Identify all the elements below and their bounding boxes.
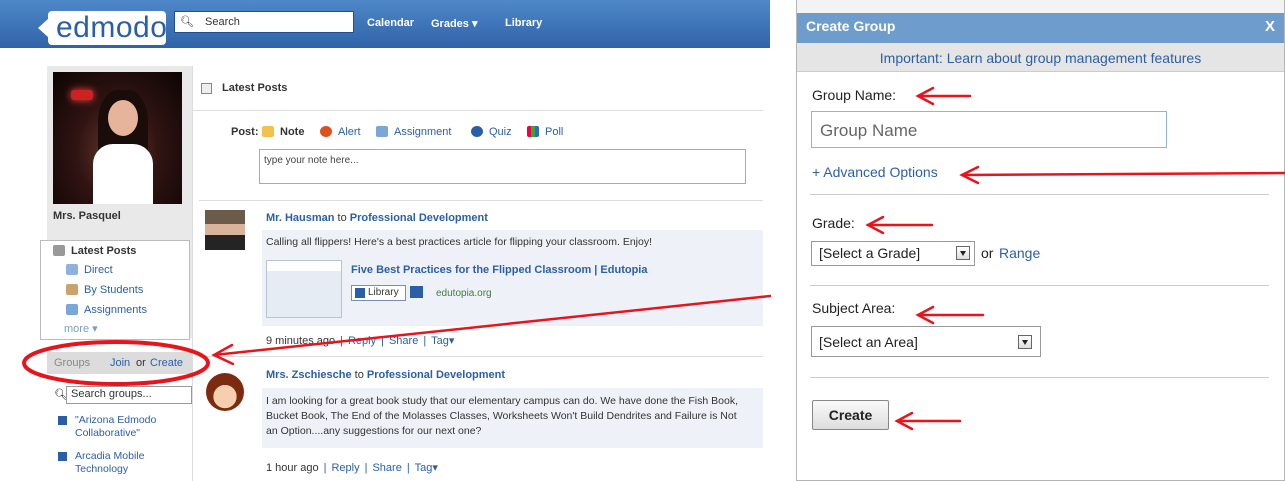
annotation-overlay [22,86,1285,431]
annotation-arrow-create [212,294,772,357]
annotation-ellipse [22,340,210,386]
annotation-arrow-advanced [960,171,1285,177]
